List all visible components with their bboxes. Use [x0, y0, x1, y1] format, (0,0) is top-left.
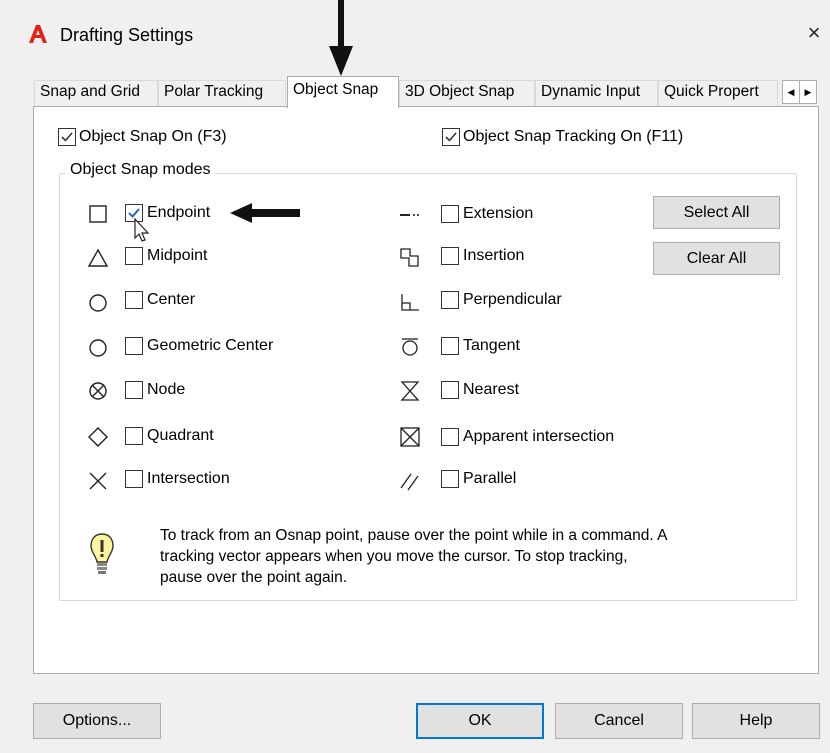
- intersection-checkbox[interactable]: [125, 470, 143, 488]
- quadrant-checkbox[interactable]: [125, 427, 143, 445]
- tab-quick-properties[interactable]: Quick Propert: [658, 80, 778, 106]
- perpendicular-icon: [401, 294, 419, 311]
- intersection-icon: [89, 472, 107, 490]
- geometric-center-label: Geometric Center: [147, 337, 274, 354]
- insertion-checkbox[interactable]: [441, 247, 459, 265]
- annotation-arrow-left: [230, 203, 300, 223]
- apparent-intersection-checkbox[interactable]: [441, 428, 459, 446]
- tangent-label: Tangent: [463, 337, 520, 354]
- perpendicular-label: Perpendicular: [463, 291, 562, 308]
- hint-line-3: pause over the point again.: [160, 569, 347, 586]
- checkmark-icon: [445, 132, 457, 142]
- close-icon[interactable]: ×: [798, 16, 830, 50]
- object-snap-on-label: Object Snap On (F3): [79, 128, 227, 145]
- lightbulb-icon: [90, 533, 114, 574]
- tab-scroll-right-icon[interactable]: ▶: [799, 80, 817, 104]
- object-snap-on-checkbox[interactable]: [58, 128, 76, 146]
- tab-scroll-left-icon[interactable]: ◀: [782, 80, 800, 104]
- center-icon: [89, 294, 107, 312]
- autocad-logo-icon: [29, 25, 47, 43]
- checkmark-icon: [61, 132, 73, 142]
- geometric-center-checkbox[interactable]: [125, 337, 143, 355]
- cancel-button[interactable]: Cancel: [555, 703, 683, 739]
- clear-all-button[interactable]: Clear All: [653, 242, 780, 275]
- node-label: Node: [147, 381, 186, 398]
- geometric-center-icon: [89, 339, 107, 357]
- hint-line-2: tracking vector appears when you move th…: [160, 548, 628, 565]
- quadrant-label: Quadrant: [147, 427, 214, 444]
- object-snap-tracking-label: Object Snap Tracking On (F11): [463, 128, 684, 145]
- node-icon: [89, 382, 107, 400]
- ok-button[interactable]: OK: [416, 703, 544, 739]
- tab-object-snap[interactable]: Object Snap: [287, 76, 399, 108]
- parallel-icon: [400, 473, 419, 491]
- node-checkbox[interactable]: [125, 381, 143, 399]
- tab-dynamic-input[interactable]: Dynamic Input: [535, 80, 658, 106]
- midpoint-icon: [87, 248, 109, 267]
- window-title: Drafting Settings: [60, 25, 194, 45]
- extension-label: Extension: [463, 205, 534, 222]
- insertion-label: Insertion: [463, 247, 525, 264]
- apparent-intersection-label: Apparent intersection: [463, 428, 615, 445]
- endpoint-label: Endpoint: [147, 204, 211, 221]
- insertion-icon: [400, 248, 419, 267]
- extension-checkbox[interactable]: [441, 205, 459, 223]
- mouse-cursor-icon: [134, 218, 150, 242]
- tangent-icon: [402, 338, 418, 356]
- hint-line-1: To track from an Osnap point, pause over…: [160, 527, 668, 544]
- quadrant-icon: [88, 427, 108, 447]
- extension-icon: [400, 214, 419, 216]
- apparent-intersection-icon: [400, 427, 420, 447]
- nearest-icon: [400, 381, 420, 401]
- tab-polar-tracking[interactable]: Polar Tracking: [158, 80, 286, 106]
- intersection-label: Intersection: [147, 470, 230, 487]
- object-snap-tracking-checkbox[interactable]: [442, 128, 460, 146]
- select-all-button[interactable]: Select All: [653, 196, 780, 229]
- center-checkbox[interactable]: [125, 291, 143, 309]
- object-snap-modes-title: Object Snap modes: [66, 161, 215, 179]
- annotation-arrow-down: [329, 0, 353, 76]
- help-button[interactable]: Help: [692, 703, 820, 739]
- endpoint-icon: [89, 205, 107, 223]
- center-label: Center: [147, 291, 196, 308]
- nearest-label: Nearest: [463, 381, 520, 398]
- parallel-label: Parallel: [463, 470, 517, 487]
- nearest-checkbox[interactable]: [441, 381, 459, 399]
- parallel-checkbox[interactable]: [441, 470, 459, 488]
- midpoint-checkbox[interactable]: [125, 247, 143, 265]
- perpendicular-checkbox[interactable]: [441, 291, 459, 309]
- tab-snap-and-grid[interactable]: Snap and Grid: [34, 80, 158, 106]
- tab-3d-object-snap[interactable]: 3D Object Snap: [399, 80, 535, 106]
- tangent-checkbox[interactable]: [441, 337, 459, 355]
- options-button[interactable]: Options...: [33, 703, 161, 739]
- midpoint-label: Midpoint: [147, 247, 208, 264]
